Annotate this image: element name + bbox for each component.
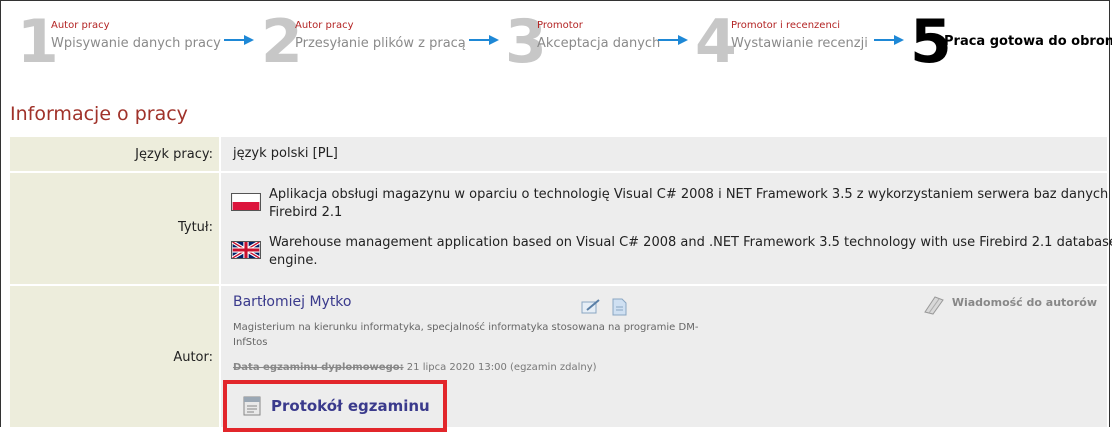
row-value: Bartłomiej Mytko Wiadomość do autorów Ma… bbox=[221, 286, 1107, 432]
row-value: Aplikacja obsługi magazynu w oparciu o t… bbox=[221, 173, 1112, 284]
progress-steps: 1 Autor pracy Wpisywanie danych pracy 2 … bbox=[17, 7, 1112, 77]
author-program-desc: Magisterium na kierunku informatyka, spe… bbox=[233, 322, 699, 348]
step-role: Promotor bbox=[537, 20, 583, 31]
protocol-label: Protokół egzaminu bbox=[271, 397, 430, 415]
row-label: Tytuł: bbox=[10, 173, 219, 284]
row-label: Autor: bbox=[10, 286, 219, 427]
step-role: Autor pracy bbox=[295, 20, 354, 31]
step-number: 4 bbox=[695, 7, 737, 77]
step-label: Akceptacja danych bbox=[537, 36, 661, 51]
step-role: Promotor i recenzenci bbox=[731, 20, 841, 31]
section-title: Informacje o pracy bbox=[10, 103, 188, 125]
row-label: Język pracy: bbox=[10, 137, 219, 171]
row-value: język polski [PL] bbox=[221, 137, 1107, 171]
author-name-link[interactable]: Bartłomiej Mytko bbox=[233, 294, 351, 310]
protocol-button[interactable]: Protokół egzaminu bbox=[223, 380, 447, 432]
exam-date-label: Data egzaminu dyplomowego: bbox=[233, 362, 404, 373]
title-pl: Aplikacja obsługi magazynu w oparciu o t… bbox=[269, 187, 1109, 220]
arrow-right-icon bbox=[874, 35, 904, 45]
arrow-right-icon bbox=[658, 35, 688, 45]
exam-info: Data egzaminu dyplomowego: 21 lipca 2020… bbox=[233, 362, 597, 373]
step-role: Autor pracy bbox=[51, 20, 110, 31]
step-label: Wpisywanie danych pracy bbox=[51, 36, 221, 51]
protocol-document-icon bbox=[243, 396, 261, 416]
step-label: Przesyłanie plików z pracą bbox=[295, 36, 466, 51]
step-final-label: Praca gotowa do obrony bbox=[944, 34, 1112, 49]
document-icon[interactable] bbox=[609, 298, 629, 316]
flag-uk-icon bbox=[231, 241, 261, 259]
language-value: język polski [PL] bbox=[233, 146, 338, 161]
step-label: Wystawianie recenzji bbox=[731, 36, 868, 51]
row-author: Autor: Bartłomiej Mytko Wiadomość do aut… bbox=[10, 286, 1107, 432]
flag-pl-icon bbox=[231, 193, 261, 211]
message-icon[interactable] bbox=[921, 294, 947, 316]
arrow-right-icon bbox=[469, 35, 499, 45]
arrow-right-icon bbox=[224, 35, 254, 45]
edit-icon[interactable] bbox=[581, 298, 601, 316]
row-title: Tytuł: Aplikacja obsługi magazynu w opar… bbox=[10, 173, 1112, 284]
row-language: Język pracy: język polski [PL] bbox=[10, 137, 1107, 171]
exam-date-value: 21 lipca 2020 13:00 (egzamin zdalny) bbox=[406, 362, 597, 373]
title-en: Warehouse management application based o… bbox=[269, 235, 1112, 268]
message-authors-link[interactable]: Wiadomość do autorów bbox=[952, 296, 1097, 309]
